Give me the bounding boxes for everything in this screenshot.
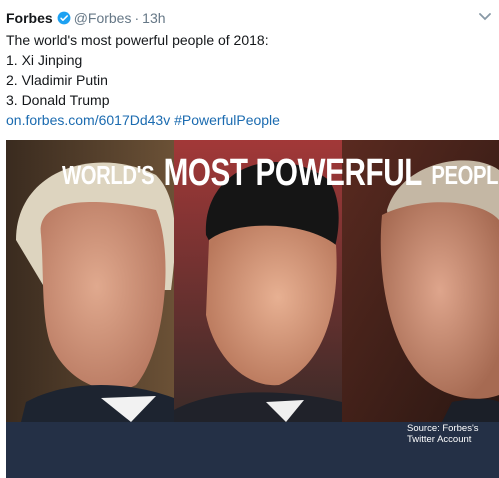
source-line-1: Source: Forbes's [407,423,479,434]
banner-word-most-powerful: MOST POWERFUL [163,152,423,194]
banner-title: WORLD'S MOST POWERFUL PEOPLE [62,153,499,193]
source-line-2: Twitter Account [407,434,472,445]
tweet-line-rank-1: 1. Xi Jinping [6,52,83,68]
image-source-note: Source: Forbes's Twitter Account [407,423,493,445]
author-name[interactable]: Forbes [6,10,53,26]
chevron-down-icon[interactable] [479,12,491,22]
tweet-header: Forbes @Forbes · 13h [6,9,166,27]
tweet-media-image[interactable]: WORLD'S MOST POWERFUL PEOPLE Source: For… [6,140,499,478]
verified-badge-icon [57,11,71,25]
tweet-text: The world's most powerful people of 2018… [6,30,496,130]
tweet-line-rank-3: 3. Donald Trump [6,92,110,108]
hashtag-link[interactable]: #PowerfulPeople [174,112,280,128]
tweet-line-links: on.forbes.com/6017Dd43v #PowerfulPeople [6,110,496,130]
banner-word-people: PEOPLE [431,160,499,190]
article-link[interactable]: on.forbes.com/6017Dd43v [6,112,170,128]
tweet-line-headline: The world's most powerful people of 2018… [6,32,269,48]
separator-dot: · [134,10,140,26]
banner-word-worlds: WORLD'S [62,160,155,190]
tweet-timestamp[interactable]: 13h [142,10,165,26]
tweet-line-rank-2: 2. Vladimir Putin [6,72,108,88]
author-handle[interactable]: @Forbes [74,10,132,26]
